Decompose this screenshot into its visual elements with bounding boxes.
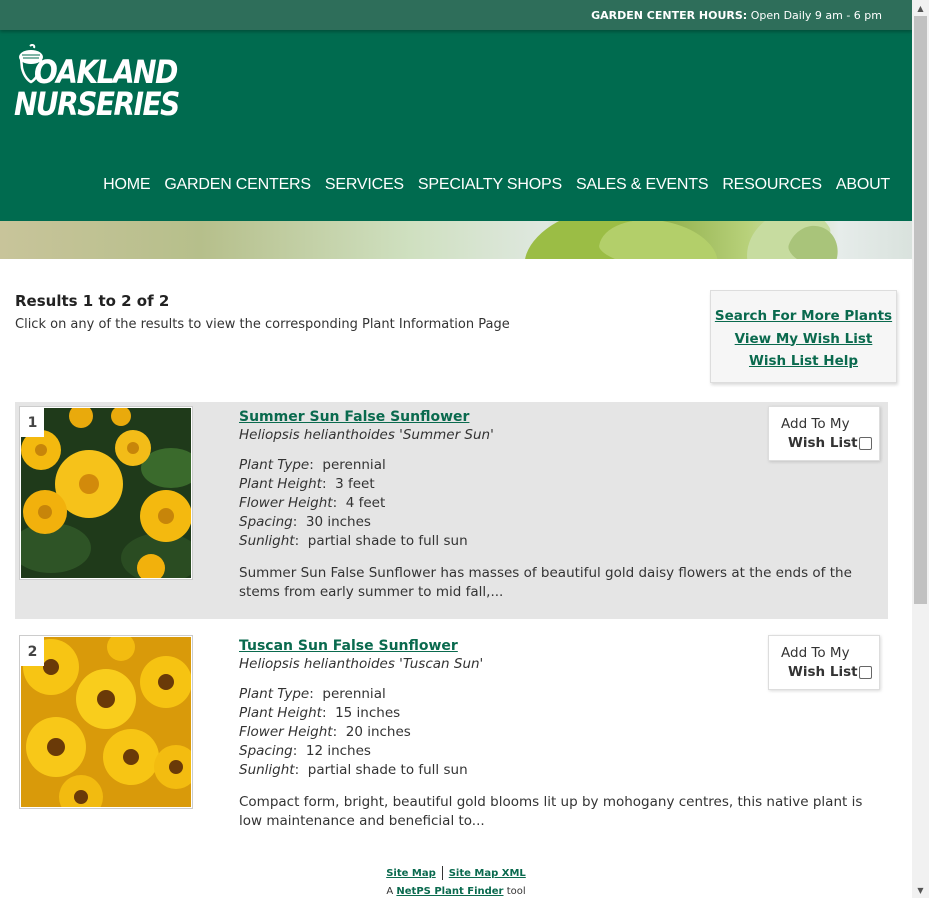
logo-text-nurseries: NURSERIES <box>14 84 180 123</box>
flower-height-value: 20 inches <box>345 724 411 740</box>
hours-label: GARDEN CENTER HOURS: <box>591 8 748 22</box>
scroll-down-arrow-icon[interactable]: ▼ <box>912 882 929 898</box>
plant-description: Compact form, bright, beautiful gold blo… <box>239 794 863 829</box>
flower-height-label: Flower Height <box>239 724 333 740</box>
plant-height-label: Plant Height <box>239 476 322 492</box>
plant-name-link[interactable]: Tuscan Sun False Sunflower <box>239 638 458 654</box>
wish-list-checkbox[interactable] <box>859 666 872 679</box>
nav-specialty-shops[interactable]: SPECIALTY SHOPS <box>418 176 562 194</box>
add-to-wish-list[interactable]: Add To My Wish List <box>768 635 880 690</box>
spacing-label: Spacing <box>239 514 293 530</box>
wish-label-line1: Add To My <box>781 645 850 661</box>
add-to-wish-list[interactable]: Add To My Wish List <box>768 406 880 461</box>
view-wish-list-link[interactable]: View My Wish List <box>711 328 896 351</box>
plant-type-value: perennial <box>322 686 386 702</box>
plant-height-value: 15 inches <box>335 705 401 721</box>
plant-latin-name: Heliopsis helianthoides 'Summer Sun' <box>239 427 494 443</box>
nav-sales-events[interactable]: SALES & EVENTS <box>576 176 709 194</box>
wish-label-line1: Add To My <box>781 416 850 432</box>
scrollbar-thumb[interactable] <box>914 16 927 604</box>
plant-thumbnail[interactable]: 2 <box>19 635 193 809</box>
plant-type-value: perennial <box>322 457 386 473</box>
footer-divider <box>441 866 443 880</box>
plant-info: Tuscan Sun False Sunflower Heliopsis hel… <box>239 635 759 780</box>
top-hours-bar: GARDEN CENTER HOURS: Open Daily 9 am - 6… <box>0 0 912 30</box>
page-viewport: GARDEN CENTER HOURS: Open Daily 9 am - 6… <box>0 0 912 898</box>
plant-info: Summer Sun False Sunflower Heliopsis hel… <box>239 406 759 551</box>
plant-height-label: Plant Height <box>239 705 322 721</box>
wishlist-links-box: Search For More Plants View My Wish List… <box>710 290 897 383</box>
sunlight-label: Sunlight <box>239 762 295 778</box>
spacing-value: 12 inches <box>305 743 371 759</box>
footer-credit-suffix: tool <box>506 886 526 897</box>
spacing-label: Spacing <box>239 743 293 759</box>
plant-latin-name: Heliopsis helianthoides 'Tuscan Sun' <box>239 656 484 672</box>
plant-type-label: Plant Type <box>239 686 310 702</box>
plant-type-label: Plant Type <box>239 457 310 473</box>
result-number: 2 <box>21 637 44 666</box>
flower-photo-1 <box>21 408 191 578</box>
plant-thumbnail[interactable]: 1 <box>19 406 193 580</box>
vertical-scrollbar[interactable]: ▲ ▼ <box>912 0 929 898</box>
nav-about[interactable]: ABOUT <box>836 176 890 194</box>
wish-label-line2: Wish List <box>788 435 858 451</box>
flower-height-label: Flower Height <box>239 495 333 511</box>
site-map-link[interactable]: Site Map <box>386 868 436 879</box>
results-header: Results 1 to 2 of 2 Click on any of the … <box>15 292 510 332</box>
wish-label-line2: Wish List <box>788 664 858 680</box>
plant-description: Summer Sun False Sunflower has masses of… <box>239 565 852 600</box>
nav-services[interactable]: SERVICES <box>325 176 404 194</box>
scroll-up-arrow-icon[interactable]: ▲ <box>912 0 929 16</box>
plant-height-value: 3 feet <box>335 476 375 492</box>
results-instructions: Click on any of the results to view the … <box>15 317 510 332</box>
netps-plant-finder-link[interactable]: NetPS Plant Finder <box>396 886 503 897</box>
sunlight-value: partial shade to full sun <box>307 533 468 549</box>
plant-attributes: Plant Type: perennial Plant Height: 15 i… <box>239 686 468 778</box>
nav-garden-centers[interactable]: GARDEN CENTERS <box>164 176 311 194</box>
result-number: 1 <box>21 408 44 437</box>
sunlight-value: partial shade to full sun <box>307 762 468 778</box>
flower-photo-2 <box>21 637 191 807</box>
nav-home[interactable]: HOME <box>103 176 150 194</box>
plant-attributes: Plant Type: perennial Plant Height: 3 fe… <box>239 457 468 549</box>
nav-resources[interactable]: RESOURCES <box>722 176 822 194</box>
hours-value: Open Daily 9 am - 6 pm <box>750 8 882 22</box>
result-row[interactable]: 2 Tuscan Sun False Sunflower Heliopsis h… <box>15 631 888 848</box>
search-more-plants-link[interactable]: Search For More Plants <box>711 305 896 328</box>
site-header: OAKLAND NURSERIES HOME GARDEN CENTERS SE… <box>0 30 912 221</box>
site-map-xml-link[interactable]: Site Map XML <box>449 868 526 879</box>
footer-credit: A NetPS Plant Finder tool <box>0 886 912 897</box>
result-row[interactable]: 1 Summer Sun False Sunflower Heliopsis h… <box>15 402 888 619</box>
flower-height-value: 4 feet <box>345 495 386 511</box>
sunlight-label: Sunlight <box>239 533 295 549</box>
wish-list-checkbox[interactable] <box>859 437 872 450</box>
oakland-nurseries-logo[interactable]: OAKLAND NURSERIES <box>14 44 180 134</box>
hero-banner-image <box>0 221 912 259</box>
footer-credit-prefix: A <box>386 886 394 897</box>
main-nav: HOME GARDEN CENTERS SERVICES SPECIALTY S… <box>103 176 890 194</box>
plant-name-link[interactable]: Summer Sun False Sunflower <box>239 409 469 425</box>
summer-sun-flower-image[interactable] <box>21 408 191 578</box>
results-count-title: Results 1 to 2 of 2 <box>15 292 170 310</box>
spacing-value: 30 inches <box>305 514 371 530</box>
wish-list-help-link[interactable]: Wish List Help <box>711 350 896 373</box>
tuscan-sun-flower-image[interactable] <box>21 637 191 807</box>
page-footer: Site Map Site Map XML A NetPS Plant Finde… <box>0 866 912 897</box>
